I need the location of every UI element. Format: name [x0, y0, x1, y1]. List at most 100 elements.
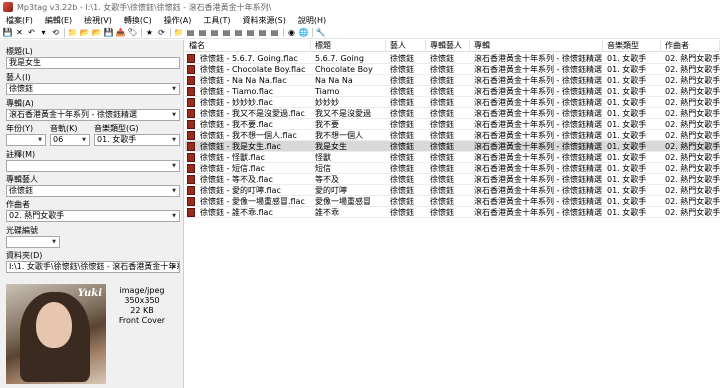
composer-field[interactable]: 02. 熱門女歌手 ▼ [6, 210, 180, 222]
chevron-down-icon[interactable]: ▼ [49, 237, 59, 247]
tag-to-filename-icon[interactable]: ▤ [186, 28, 195, 37]
directory-field[interactable]: I:\1. 女歌手\徐懷鈺\徐懷鈺 - 滾石香港黃金十年系 ▼ [6, 261, 180, 273]
table-row[interactable]: 徐懷鈺 - Chocolate Boy.flac Chocolate Boy 徐懷鈺… [185, 64, 720, 75]
settings-icon[interactable]: 🔧 [316, 28, 326, 37]
web-icon[interactable]: 🌐 [299, 28, 309, 37]
table-cell: 徐懷鈺 [390, 164, 414, 173]
remove-tag-icon[interactable]: ✕ [15, 28, 24, 37]
open-folder-icon[interactable]: 📁 [174, 28, 184, 37]
table-cell: 徐懷鈺 [390, 87, 414, 96]
year-label: 年份(Y) [6, 124, 34, 133]
table-row[interactable]: 徐懷鈺 - Na Na Na.flac Na Na Na 徐懷鈺 徐懷鈺 滾石香港黃金十… [185, 75, 720, 86]
filename-to-tag-icon[interactable]: ▤ [198, 28, 207, 37]
table-cell: 02. 熱門女歌手 [665, 65, 720, 74]
cover-type: Front Cover [118, 316, 166, 325]
discnumber-field[interactable]: ▼ [6, 236, 60, 248]
audio-file-icon [187, 76, 195, 85]
chevron-down-icon[interactable]: ▼ [169, 161, 179, 171]
table-cell: 01. 女歌手 [607, 197, 647, 206]
export-html-icon[interactable]: ▤ [270, 28, 279, 37]
album-field[interactable]: 滾石香港黃金十年系列 - 徐懷鈺精選 ▼ [6, 109, 180, 121]
artist-field[interactable]: 徐懷鈺 ▼ [6, 83, 180, 95]
table-row[interactable]: 徐懷鈺 - Tiamo.flac Tiamo 徐懷鈺 徐懷鈺 滾石香港黃金十年系列 - … [185, 86, 720, 97]
table-row[interactable]: 徐懷鈺 - 妙妙妙.flac 妙妙妙 徐懷鈺 徐懷鈺 滾石香港黃金十年系列 - 徐懷鈺精… [185, 97, 720, 108]
text-to-tag-icon[interactable]: ▤ [210, 28, 219, 37]
tag-sources-icon[interactable]: 🏷 [127, 28, 137, 37]
column-header[interactable]: 檔名 [185, 40, 311, 52]
menu-item[interactable]: 說明(H) [292, 15, 332, 26]
composer-label: 作曲者 [6, 200, 30, 209]
chevron-down-icon[interactable]: ▼ [35, 135, 45, 145]
star-icon[interactable]: ★ [145, 28, 154, 37]
column-header[interactable]: 藝人 [386, 40, 426, 52]
actions-quick-icon[interactable]: ▤ [258, 28, 267, 37]
directory-value: I:\1. 女歌手\徐懷鈺\徐懷鈺 - 滾石香港黃金十年系 [9, 262, 180, 271]
save-dir-icon[interactable]: 💾 [104, 28, 114, 37]
column-header[interactable]: 作曲者 [661, 40, 720, 52]
undo-icon[interactable]: ↶ [27, 28, 36, 37]
table-cell: 02. 熱門女歌手 [665, 76, 720, 85]
table-row[interactable]: 徐懷鈺 - 等不及.flac 等不及 徐懷鈺 徐懷鈺 滾石香港黃金十年系列 - 徐懷鈺精… [185, 174, 720, 185]
reload-icon[interactable]: ⟲ [51, 28, 60, 37]
menu-item[interactable]: 工具(T) [197, 15, 236, 26]
menu-item[interactable]: 編輯(E) [39, 15, 78, 26]
year-field[interactable]: ▼ [6, 134, 46, 146]
table-row[interactable]: 徐懷鈺 - 我不要.flac 我不要 徐懷鈺 徐懷鈺 滾石香港黃金十年系列 - 徐懷鈺精… [185, 119, 720, 130]
table-row[interactable]: 徐懷鈺 - 我是女生.flac 我是女生 徐懷鈺 徐懷鈺 滾石香港黃金十年系列 - 徐懷… [185, 141, 720, 152]
table-cell: 短信 [315, 164, 331, 173]
table-row[interactable]: 徐懷鈺 - 5.6.7. Going.flac 5.6.7. Going 徐懷鈺 徐懷… [185, 53, 720, 64]
audio-file-icon [187, 131, 195, 140]
track-field[interactable]: 06 ▼ [50, 134, 90, 146]
title-field[interactable]: 我是女生 [6, 57, 180, 69]
change-dir-icon[interactable]: 📁 [68, 28, 78, 37]
genre-value: 01. 女歌手 [97, 135, 137, 144]
refresh-icon[interactable]: ⟳ [157, 28, 166, 37]
column-header[interactable]: 專輯 [470, 40, 603, 52]
menu-item[interactable]: 檢視(V) [78, 15, 118, 26]
table-cell: 徐懷鈺 [390, 208, 414, 217]
cover-face-shape [36, 302, 72, 348]
table-cell: 滾石香港黃金十年系列 - 徐懷鈺精選 [474, 153, 602, 162]
menu-item[interactable]: 資料來源(S) [237, 15, 292, 26]
favorite-dir-icon[interactable]: 📂 [92, 28, 102, 37]
table-row[interactable]: 徐懷鈺 - 我不想一個人.flac 我不想一個人 徐懷鈺 徐懷鈺 滾石香港黃金十年系列 … [185, 130, 720, 141]
rename-folder-icon[interactable]: ▤ [222, 28, 231, 37]
playlist-icon[interactable]: ◉ [287, 28, 296, 37]
table-cell: 徐懷鈺 - Tiamo.flac [200, 87, 274, 96]
chevron-down-icon[interactable]: ▼ [169, 262, 179, 272]
table-cell: 徐懷鈺 - 愛的叮嚀.flac [200, 186, 281, 195]
menu-item[interactable]: 檔案(F) [0, 15, 39, 26]
table-cell: 徐懷鈺 - 我是女生.flac [200, 142, 281, 151]
table-row[interactable]: 徐懷鈺 - 愛像一場重感冒.flac 愛像一場重感冒 徐懷鈺 徐懷鈺 滾石香港黃金十年系… [185, 196, 720, 207]
chevron-down-icon[interactable]: ▼ [169, 110, 179, 120]
column-header[interactable]: 音樂類型 [603, 40, 661, 52]
chevron-down-icon[interactable]: ▼ [169, 135, 179, 145]
menu-item[interactable]: 轉換(C) [118, 15, 158, 26]
undo-dropdown-icon[interactable]: ▾ [39, 28, 48, 37]
table-row[interactable]: 徐懷鈺 - 怪獸.flac 怪獸 徐懷鈺 徐懷鈺 滾石香港黃金十年系列 - 徐懷鈺精選 0… [185, 152, 720, 163]
table-row[interactable]: 徐懷鈺 - 誰不乖.flac 誰不乖 徐懷鈺 徐懷鈺 滾石香港黃金十年系列 - 徐懷鈺精… [185, 207, 720, 218]
audio-file-icon [187, 164, 195, 173]
comment-field[interactable]: ▼ [6, 160, 180, 172]
add-dir-icon[interactable]: 📂 [80, 28, 90, 37]
table-row[interactable]: 徐懷鈺 - 愛的叮嚀.flac 愛的叮嚀 徐懷鈺 徐懷鈺 滾石香港黃金十年系列 - 徐懷… [185, 185, 720, 196]
genre-field[interactable]: 01. 女歌手 ▼ [94, 134, 180, 146]
table-cell: 誰不乖 [315, 208, 339, 217]
cover-art[interactable]: Yuki [6, 284, 106, 384]
chevron-down-icon[interactable]: ▼ [79, 135, 89, 145]
column-header[interactable]: 標題 [311, 40, 386, 52]
table-row[interactable]: 徐懷鈺 - 短信.flac 短信 徐懷鈺 徐懷鈺 滾石香港黃金十年系列 - 徐懷鈺精選 0… [185, 163, 720, 174]
chevron-down-icon[interactable]: ▼ [169, 84, 179, 94]
save-icon[interactable]: 💾 [3, 28, 13, 37]
actions-icon[interactable]: ▤ [246, 28, 255, 37]
albumartist-field[interactable]: 徐懷鈺 ▼ [6, 185, 180, 197]
table-row[interactable]: 徐懷鈺 - 我又不是沒愛過.flac 我又不是沒愛過 徐懷鈺 徐懷鈺 滾石香港黃金十年系… [185, 108, 720, 119]
column-header[interactable]: 專輯藝人 [426, 40, 470, 52]
audio-file-icon [187, 120, 195, 129]
export-icon[interactable]: 📤 [116, 28, 126, 37]
menu-item[interactable]: 操作(A) [158, 15, 198, 26]
chevron-down-icon[interactable]: ▼ [169, 186, 179, 196]
chevron-down-icon[interactable]: ▼ [169, 211, 179, 221]
table-cell: 滾石香港黃金十年系列 - 徐懷鈺精選 [474, 208, 602, 217]
format-icon[interactable]: ▤ [234, 28, 243, 37]
